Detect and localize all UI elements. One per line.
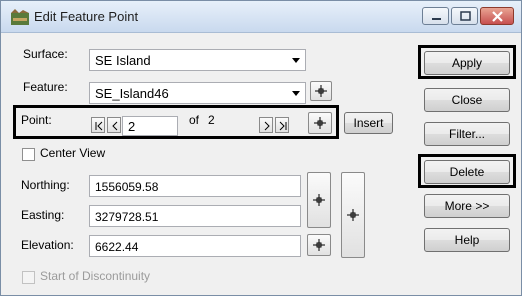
delete-button[interactable]: Delete [424,160,510,184]
last-icon [279,121,287,131]
crosshair-icon [315,85,327,97]
filter-button[interactable]: Filter... [424,122,510,146]
close-window-button[interactable] [480,7,514,25]
help-button[interactable]: Help [424,228,510,252]
crosshair-icon [313,239,325,251]
last-point-button[interactable] [275,117,289,133]
previous-point-button[interactable] [107,117,121,133]
easting-input[interactable]: 3279728.51 [89,205,301,227]
insert-button[interactable]: Insert [344,112,393,134]
window-title: Edit Feature Point [34,9,139,24]
crosshair-icon [313,194,325,206]
chevron-down-icon [292,91,300,96]
point-number-input[interactable]: 2 [122,116,178,136]
feature-dropdown[interactable]: SE_Island46 [89,82,306,104]
discontinuity-checkbox[interactable] [22,271,35,284]
point-pick-button[interactable] [308,112,332,134]
minimize-button[interactable] [422,7,449,25]
close-button-label: Close [451,93,483,107]
all-coordinates-pick-button[interactable] [341,172,365,258]
apply-button-label: Apply [451,56,483,70]
next-icon [264,121,270,131]
app-icon [11,9,29,25]
edit-feature-point-dialog: Edit Feature Point Surface: SE Island Fe… [0,0,522,296]
easting-label: Easting: [21,208,65,222]
northing-easting-pick-button[interactable] [307,172,331,228]
discontinuity-label: Start of Discontinuity [40,269,151,283]
feature-value: SE_Island46 [95,86,169,101]
point-of-label: of [189,113,200,127]
feature-label: Feature: [23,80,68,94]
first-icon [95,121,103,131]
insert-button-label: Insert [353,116,384,130]
close-icon [492,11,503,22]
northing-label: Northing: [21,178,70,192]
elevation-value: 6622.44 [95,240,139,254]
surface-value: SE Island [95,53,151,68]
crosshair-icon [314,117,326,129]
elevation-input[interactable]: 6622.44 [89,235,301,257]
filter-button-label: Filter... [448,127,485,141]
surface-dropdown[interactable]: SE Island [89,49,306,71]
elevation-label: Elevation: [21,238,74,252]
maximize-button[interactable] [451,7,478,25]
northing-input[interactable]: 1556059.58 [89,175,301,197]
easting-value: 3279728.51 [95,210,159,224]
surface-label: Surface: [23,47,68,61]
delete-button-label: Delete [449,165,485,179]
northing-value: 1556059.58 [95,180,159,194]
more-button[interactable]: More >> [424,194,510,218]
more-button-label: More >> [444,199,490,213]
crosshair-icon [347,209,359,221]
next-point-button[interactable] [259,117,273,133]
maximize-icon [460,11,471,21]
point-number-value: 2 [128,119,136,134]
point-total: 2 [208,113,215,127]
center-view-checkbox[interactable] [22,148,35,161]
previous-icon [112,121,118,131]
title-bar[interactable]: Edit Feature Point [1,1,521,33]
feature-pick-button[interactable] [310,81,332,101]
close-button[interactable]: Close [424,88,510,112]
chevron-down-icon [292,58,300,63]
apply-button[interactable]: Apply [424,51,510,75]
help-button-label: Help [454,233,480,247]
minimize-icon [432,18,441,20]
point-label: Point: [21,113,52,127]
first-point-button[interactable] [91,117,105,133]
center-view-label: Center View [40,146,106,160]
elevation-pick-button[interactable] [307,234,331,256]
